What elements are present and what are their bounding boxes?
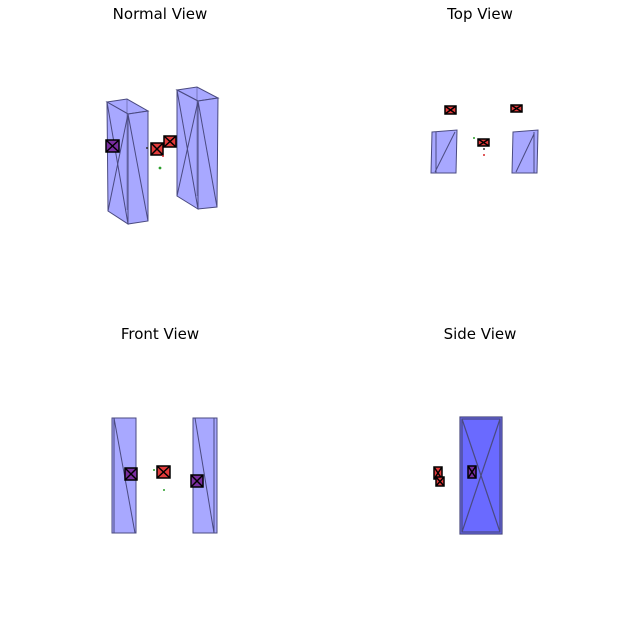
panel-top-view: Top View xyxy=(320,0,640,320)
marker-side-left-b xyxy=(435,476,445,487)
marker-center-red xyxy=(150,142,164,156)
left-panel-box xyxy=(430,129,458,174)
right-panel-box xyxy=(511,129,539,174)
marker-left-purple xyxy=(105,139,120,153)
marker-center-red xyxy=(156,465,171,479)
side-view-plot xyxy=(433,416,503,535)
green-dot xyxy=(153,469,155,471)
normal-view-plot xyxy=(105,86,220,225)
right-panel-box xyxy=(175,86,220,210)
green-dot xyxy=(473,137,475,139)
red-dot xyxy=(483,154,485,156)
red-dot xyxy=(162,155,164,157)
dark-dot xyxy=(146,147,148,149)
top-view-plot xyxy=(430,104,539,174)
marker-top-center xyxy=(477,138,490,147)
marker-right-red xyxy=(163,135,177,148)
panel-normal-view: Normal View xyxy=(0,0,320,320)
panel-side-view: Side View xyxy=(320,320,640,640)
marker-left-purple xyxy=(124,467,138,481)
front-view-plot xyxy=(111,417,218,534)
marker-top-left xyxy=(444,105,457,115)
left-panel-box xyxy=(105,98,150,225)
panel-front-view: Front View xyxy=(0,320,320,640)
marker-right-purple xyxy=(190,474,204,488)
green-dot xyxy=(158,166,162,170)
dark-dot xyxy=(483,148,485,150)
marker-side-center-purple xyxy=(467,465,477,479)
green-dot xyxy=(163,489,165,491)
marker-top-right xyxy=(510,104,523,113)
panel-box-overlap xyxy=(459,416,503,535)
